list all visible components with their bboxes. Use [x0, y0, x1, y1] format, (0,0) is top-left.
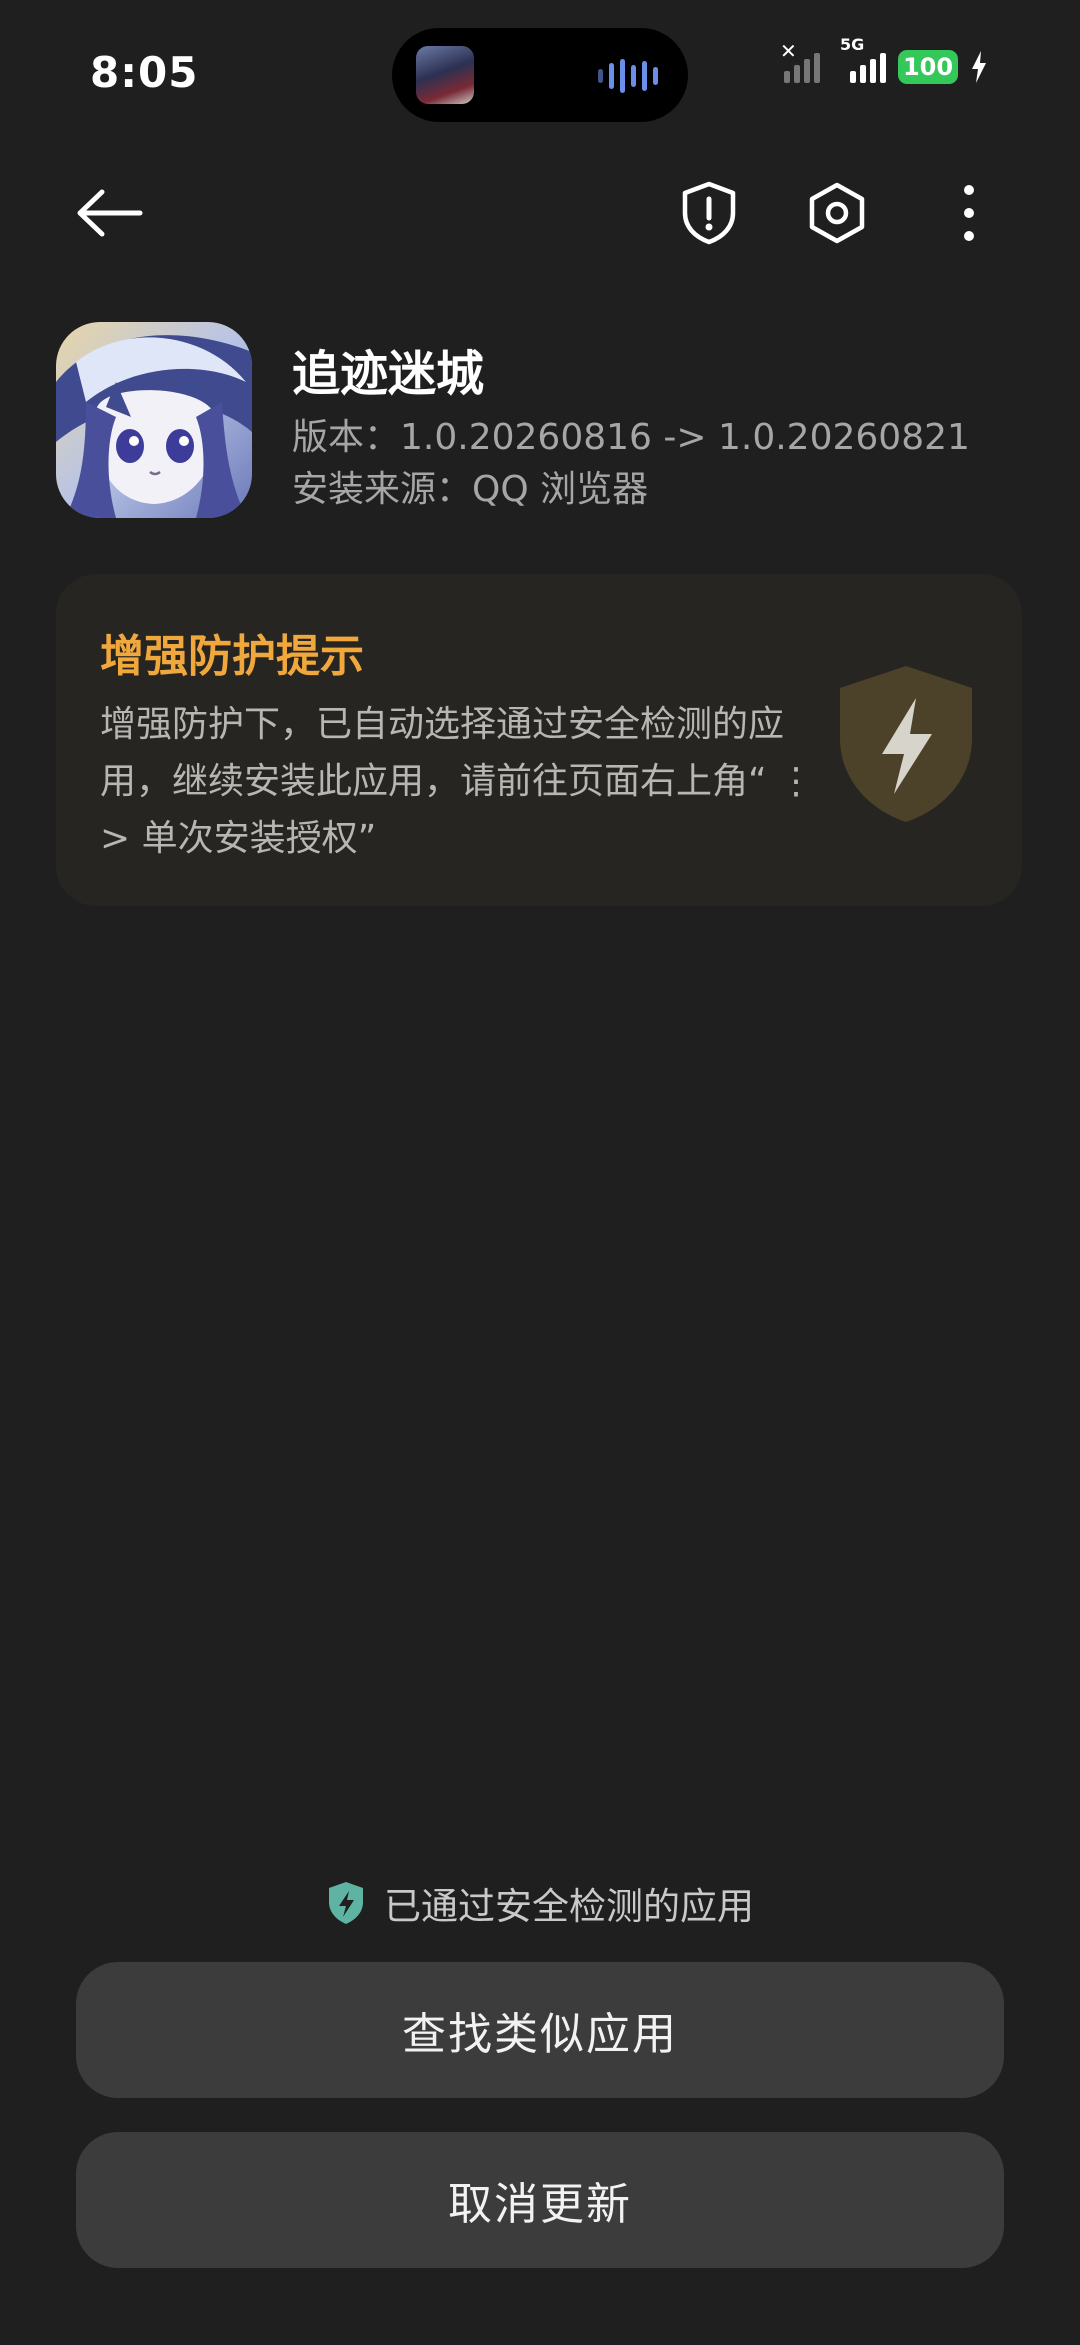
app-name: 追迹迷城	[292, 346, 485, 402]
network-type: 5G	[840, 35, 865, 54]
notice-body: 增强防护下，已自动选择通过安全检测的应用，继续安装此应用，请前往页面右上角“ ⋮…	[100, 704, 815, 859]
battery-indicator: 100	[898, 50, 958, 84]
more-options-button[interactable]	[924, 168, 1014, 258]
charging-bolt-icon	[972, 51, 986, 83]
dynamic-island[interactable]	[392, 28, 688, 122]
audio-wave-icon	[598, 58, 658, 94]
status-indicators: ✕ 5G 100	[780, 35, 988, 84]
install-source: 安装来源：QQ 浏览器	[292, 469, 649, 510]
find-similar-apps-button[interactable]: 查找类似应用	[76, 1962, 1004, 2098]
shield-alert-icon	[682, 181, 736, 245]
settings-button[interactable]	[792, 168, 882, 258]
back-button[interactable]	[64, 168, 154, 258]
verified-shield-icon	[329, 1882, 363, 1924]
cancel-update-button[interactable]: 取消更新	[76, 2132, 1004, 2268]
protection-notice-card: 增强防护提示 增强防护下，已自动选择通过安全检测的应用，继续安装此应用，请前往页…	[56, 574, 1022, 906]
app-artwork-icon	[56, 322, 252, 518]
more-vertical-icon	[964, 185, 974, 241]
signal-2-icon: 5G	[840, 35, 886, 83]
signal-1-icon: ✕	[780, 39, 820, 83]
verified-notice: 已通过安全检测的应用	[0, 1876, 1080, 1930]
app-icon	[56, 322, 252, 518]
lightning-shield-icon	[840, 666, 972, 822]
arrow-left-icon	[77, 189, 143, 237]
security-button[interactable]	[664, 168, 754, 258]
verified-text: 已通过安全检测的应用	[384, 1885, 754, 1928]
app-version: 版本：1.0.20260816 -> 1.0.20260821	[292, 417, 970, 458]
status-time: 8:05	[90, 48, 199, 97]
media-thumbnail	[416, 46, 474, 104]
notice-title: 增强防护提示	[100, 631, 364, 682]
hexagon-gear-icon	[809, 182, 865, 244]
